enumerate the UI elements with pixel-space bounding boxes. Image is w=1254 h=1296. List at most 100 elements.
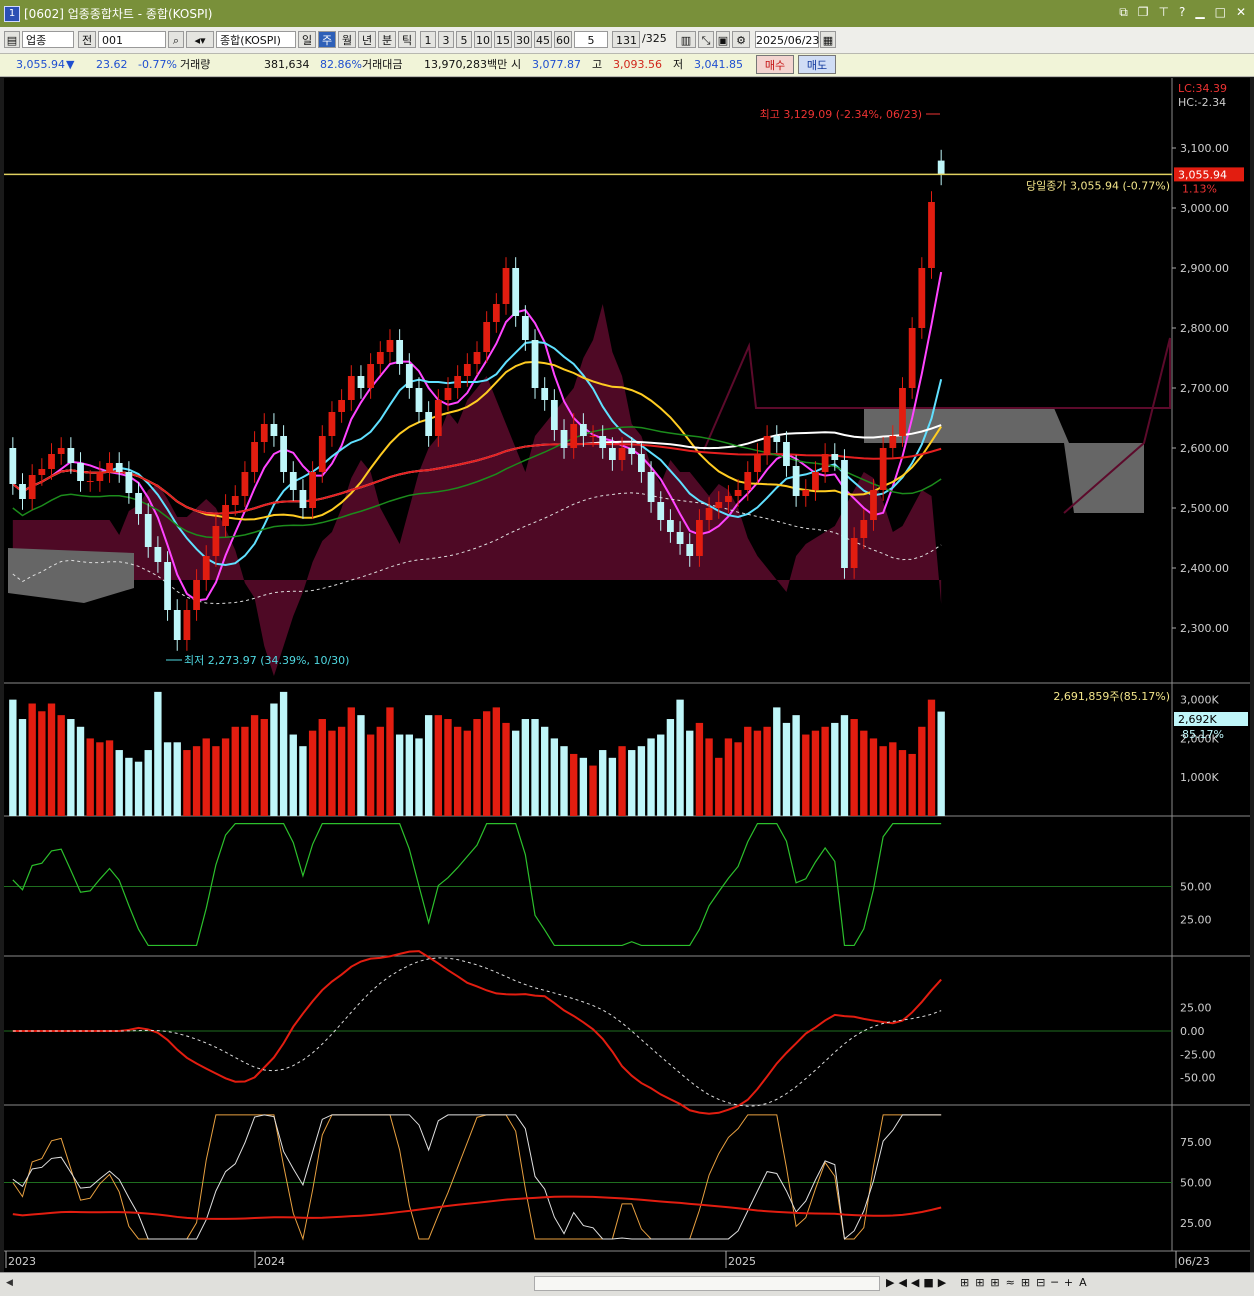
volume-bar <box>657 734 665 816</box>
prev-button[interactable]: 전 <box>78 31 96 48</box>
interval-input[interactable]: 5 <box>574 31 608 48</box>
volume-bar <box>482 711 491 816</box>
speaker-icon[interactable]: ◂▾ <box>186 31 214 48</box>
candle-body <box>763 436 771 454</box>
macd-tick-label: -50.00 <box>1180 1072 1215 1085</box>
period-year[interactable]: 년 <box>358 31 376 48</box>
volume-bar <box>589 765 597 816</box>
candle-body <box>28 475 36 499</box>
candle-body <box>144 514 152 547</box>
volume-bar <box>908 753 916 816</box>
search-icon[interactable]: ⌕ <box>168 31 184 48</box>
candle-body <box>9 448 17 484</box>
candle-body <box>164 562 171 610</box>
scroll-left-icon[interactable]: ◀ <box>6 1278 16 1290</box>
link-icon[interactable]: ⧉ <box>1119 5 1128 20</box>
candle-body <box>841 460 848 568</box>
candle-body <box>67 448 75 463</box>
interval-5[interactable]: 5 <box>456 31 472 48</box>
volume-bar <box>570 753 578 816</box>
interval-3[interactable]: 3 <box>438 31 454 48</box>
candle-body <box>889 436 897 448</box>
candle-body <box>405 364 413 388</box>
market-select[interactable]: 업종 <box>22 31 74 48</box>
volume-bar <box>618 746 626 816</box>
grid-icon[interactable]: ▤ <box>4 31 20 48</box>
candle-body <box>183 610 191 640</box>
interval-1[interactable]: 1 <box>420 31 436 48</box>
save-icon[interactable]: ▣ <box>716 31 730 48</box>
pin-icon[interactable]: ⊤ <box>1159 5 1169 20</box>
candle-body <box>367 364 375 388</box>
period-tick[interactable]: 틱 <box>398 31 416 48</box>
candle-body <box>154 547 162 562</box>
candle-body <box>773 436 781 442</box>
candle-body <box>96 472 104 481</box>
scroll-thumb[interactable] <box>534 1276 880 1291</box>
interval-15[interactable]: 15 <box>494 31 512 48</box>
volume-tag-pct: 85.17% <box>1182 728 1224 741</box>
volume-bar <box>192 746 201 816</box>
calendar-icon[interactable]: ▦ <box>820 31 836 48</box>
candle-body <box>870 490 877 520</box>
volume-bar <box>57 715 65 816</box>
volume-label: 거래량 <box>180 58 211 71</box>
candle-body <box>289 472 297 490</box>
help-icon[interactable]: ? <box>1179 5 1185 20</box>
period-minute[interactable]: 분 <box>378 31 396 48</box>
volume-tag-label: 2,692K <box>1178 713 1217 726</box>
volume-bar <box>386 707 394 816</box>
amount-label: 거래대금 <box>362 58 403 71</box>
volume-bar <box>260 719 268 816</box>
candle-body <box>792 466 800 496</box>
volume-bar <box>579 757 588 816</box>
quote-bar: 3,055.94 ▼ 23.62 -0.77% 거래량 381,634 82.8… <box>0 54 1254 77</box>
draw-icon[interactable]: ⤡ <box>698 31 714 48</box>
quote-volume: 381,634 <box>264 58 310 71</box>
interval-30[interactable]: 30 <box>514 31 532 48</box>
candle-body <box>550 400 558 430</box>
count-input[interactable]: 131 <box>612 31 640 48</box>
close-icon[interactable]: ✕ <box>1236 5 1246 20</box>
gear-icon[interactable]: ⚙ <box>732 31 750 48</box>
volume-bar <box>299 746 307 816</box>
minimize-icon[interactable]: ▁ <box>1195 5 1204 20</box>
interval-10[interactable]: 10 <box>474 31 492 48</box>
scroll-bar[interactable]: ◀ ▶◀◀■▶ ⊞⊞⊞≈⊞⊟─+A <box>0 1272 1254 1296</box>
buy-button[interactable]: 매수 <box>756 55 794 74</box>
code-input[interactable]: 001 <box>98 31 166 48</box>
period-week[interactable]: 주 <box>318 31 336 48</box>
interval-60[interactable]: 60 <box>554 31 572 48</box>
volume-bar <box>231 726 239 816</box>
volume-bar <box>792 715 800 816</box>
candle-body <box>425 412 433 436</box>
candle-body <box>173 610 181 640</box>
copy-icon[interactable]: ❐ <box>1138 5 1149 20</box>
interval-45[interactable]: 45 <box>534 31 552 48</box>
candle-icon[interactable]: ▥ <box>676 31 696 48</box>
volume-bar <box>86 738 94 816</box>
volume-bar <box>898 750 907 816</box>
y-tick-label: 2,600.00 <box>1180 442 1229 455</box>
chart-svg[interactable]: 3,100.00 3,000.00 2,900.00 2,800.00 2,700.00… <box>4 78 1250 1272</box>
macd-tick-label: 0.00 <box>1180 1025 1205 1038</box>
volume-bar <box>134 761 143 816</box>
candle-body <box>502 268 510 304</box>
candle-body <box>260 424 268 442</box>
name-field[interactable]: 종합(KOSPI) <box>216 31 296 48</box>
volume-bar <box>918 726 926 816</box>
date-input[interactable]: 2025/06/23 <box>755 31 819 48</box>
sto-tick-label: 75.00 <box>1180 1136 1212 1149</box>
chart-area[interactable]: 3,100.00 3,000.00 2,900.00 2,800.00 2,700.00… <box>4 78 1250 1272</box>
open-label: 시 <box>511 58 522 71</box>
quote-amount: 13,970,283백만 <box>424 58 508 71</box>
playback-controls[interactable]: ▶◀◀■▶ <box>886 1276 950 1289</box>
candle-body <box>212 526 220 556</box>
volume-bar <box>105 740 114 816</box>
zoom-controls[interactable]: ⊞⊞⊞≈⊞⊟─+A <box>960 1276 1093 1289</box>
period-month[interactable]: 월 <box>338 31 356 48</box>
maximize-icon[interactable]: □ <box>1215 5 1226 20</box>
candle-body <box>231 496 239 505</box>
period-day[interactable]: 일 <box>298 31 316 48</box>
sell-button[interactable]: 매도 <box>798 55 836 74</box>
